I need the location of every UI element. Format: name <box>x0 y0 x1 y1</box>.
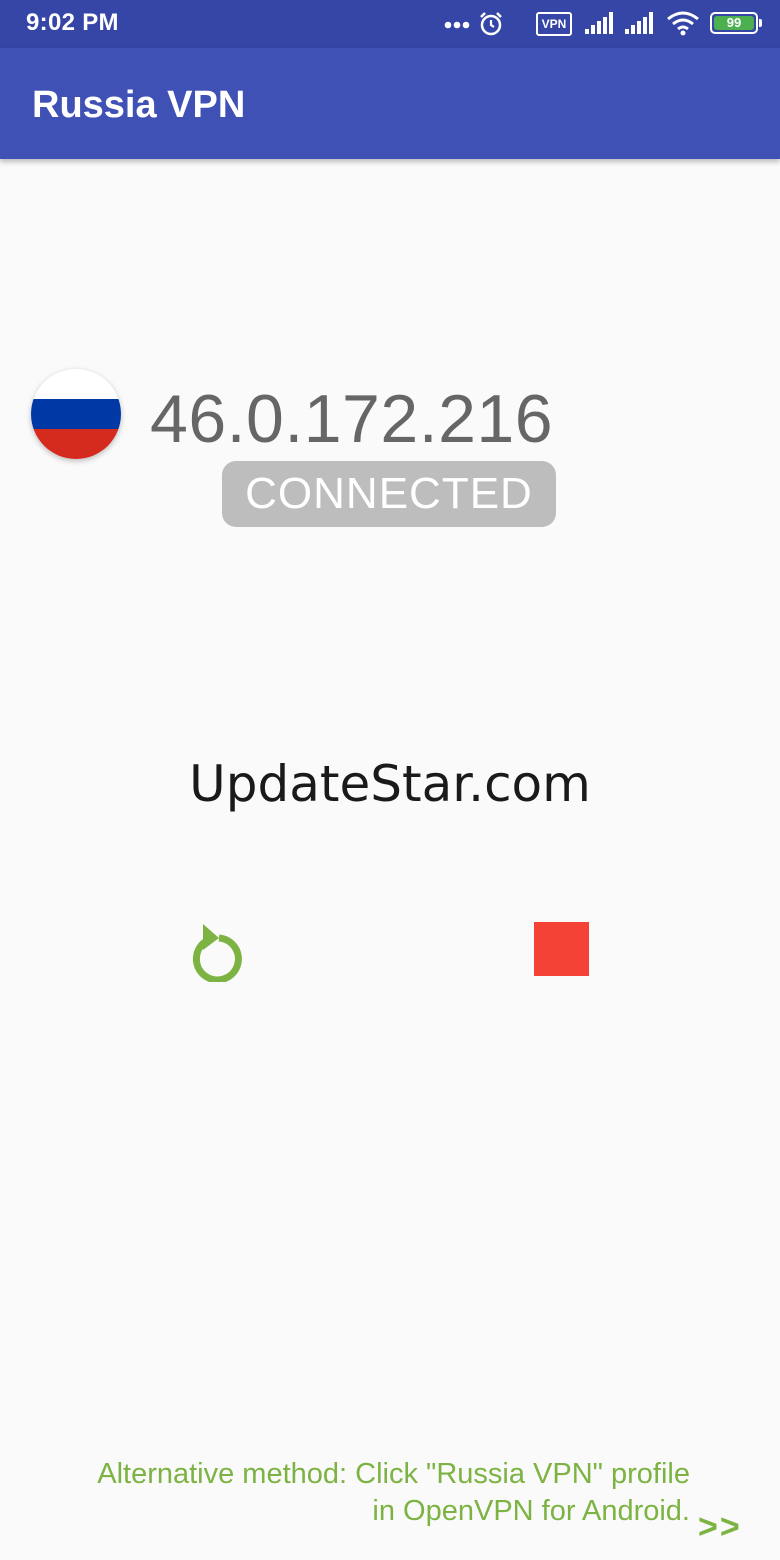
forward-arrow-icon[interactable]: >> <box>698 1508 742 1547</box>
russia-flag-icon <box>31 369 121 459</box>
status-bar: 9:02 PM VPN 99 <box>0 0 780 48</box>
connection-status-badge: CONNECTED <box>222 461 556 527</box>
flag-blue-stripe <box>31 399 121 429</box>
app-bar: Russia VPN <box>0 48 780 159</box>
reconnect-icon <box>192 924 242 984</box>
app-title: Russia VPN <box>32 84 246 126</box>
alternative-method-line-1: Alternative method: Click "Russia VPN" p… <box>97 1458 690 1490</box>
alarm-icon <box>480 12 502 36</box>
battery-tip <box>759 19 762 27</box>
vpn-icon: VPN <box>536 12 572 36</box>
flag-white-stripe <box>31 369 121 399</box>
reconnect-button[interactable] <box>189 920 249 984</box>
more-dots-icon <box>444 21 470 29</box>
watermark-text: UpdateStar.com <box>189 755 591 813</box>
battery-level: 99 <box>714 16 754 30</box>
ip-address: 46.0.172.216 <box>150 381 554 457</box>
wifi-icon <box>667 11 699 36</box>
alternative-method-link[interactable]: Alternative method: Click "Russia VPN" p… <box>10 1456 690 1530</box>
stop-button[interactable] <box>534 922 589 976</box>
alternative-method-line-2: in OpenVPN for Android. <box>372 1495 690 1527</box>
status-time: 9:02 PM <box>26 9 119 36</box>
battery-icon: 99 <box>710 12 762 34</box>
signal-icon-2 <box>625 12 653 34</box>
signal-icon <box>585 12 613 34</box>
flag-red-stripe <box>31 429 121 459</box>
vpn-label: VPN <box>541 17 567 31</box>
battery-percent: 99 <box>726 15 742 30</box>
